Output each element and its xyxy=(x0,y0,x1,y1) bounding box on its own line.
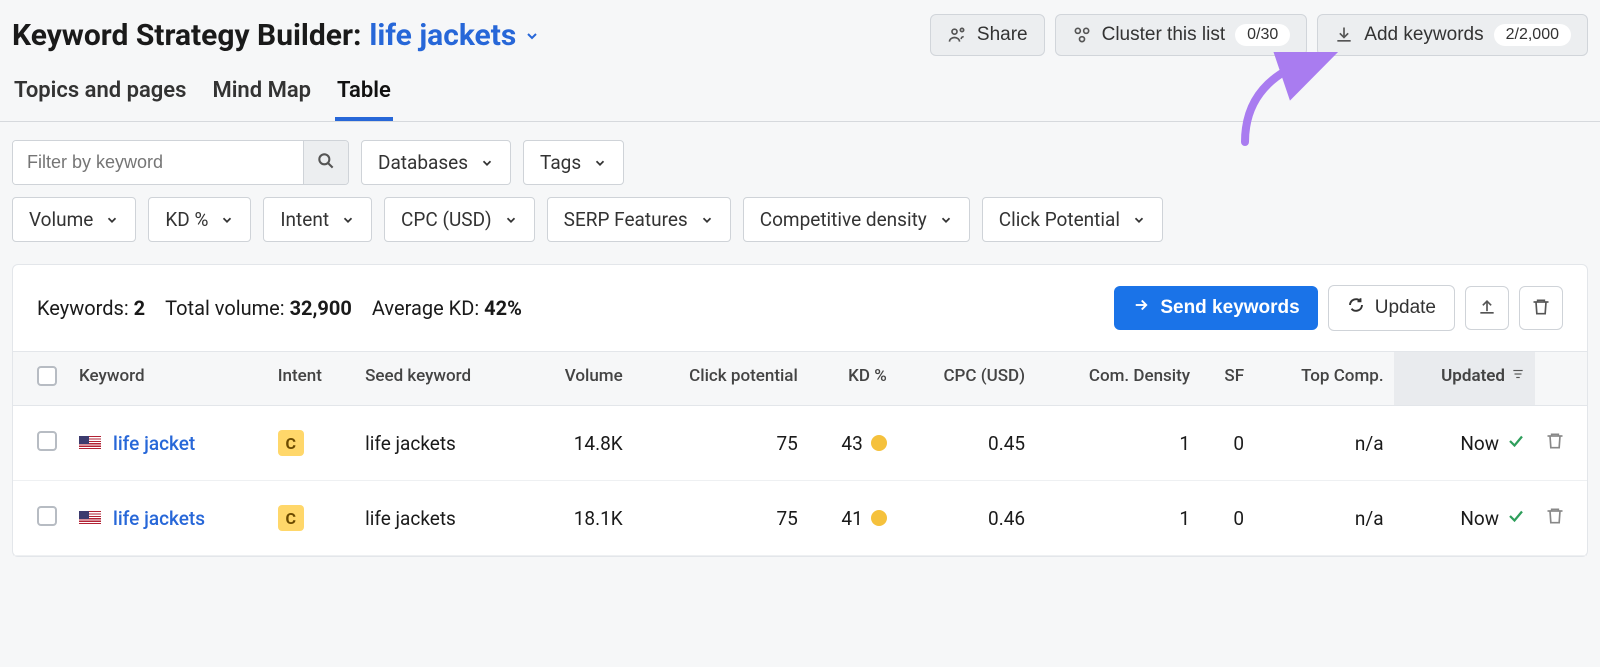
col-intent[interactable]: Intent xyxy=(268,352,355,406)
chevron-down-icon xyxy=(504,213,518,227)
chevron-down-icon xyxy=(105,213,119,227)
cpc-cell: 0.45 xyxy=(897,406,1035,481)
kd-filter[interactable]: KD % xyxy=(148,197,251,242)
volume-cell: 18.1K xyxy=(527,481,633,556)
col-keyword[interactable]: Keyword xyxy=(69,352,268,406)
volume-cell: 14.8K xyxy=(527,406,633,481)
col-updated[interactable]: Updated xyxy=(1394,352,1535,406)
chevron-down-icon xyxy=(341,213,355,227)
summary-stats: Keywords: 2 Total volume: 32,900 Average… xyxy=(37,296,522,320)
chevron-down-icon xyxy=(480,156,494,170)
cpc-cell: 0.46 xyxy=(897,481,1035,556)
tags-dropdown[interactable]: Tags xyxy=(523,140,624,185)
databases-dropdown[interactable]: Databases xyxy=(361,140,511,185)
delete-row-button[interactable] xyxy=(1545,433,1565,456)
flag-us-icon xyxy=(79,511,101,526)
keyword-link[interactable]: life jacket xyxy=(113,432,195,455)
kd-cell: 41 xyxy=(841,507,886,530)
cluster-icon xyxy=(1072,25,1092,45)
send-keywords-button[interactable]: Send keywords xyxy=(1114,286,1317,330)
send-arrow-icon xyxy=(1132,296,1150,320)
competitive-density-filter[interactable]: Competitive density xyxy=(743,197,970,242)
chevron-down-icon xyxy=(939,213,953,227)
top-comp-cell: n/a xyxy=(1254,406,1393,481)
row-checkbox[interactable] xyxy=(37,431,57,451)
chevron-down-icon xyxy=(700,213,714,227)
tab-topics-and-pages[interactable]: Topics and pages xyxy=(12,66,188,121)
seed-keyword-cell: life jackets xyxy=(355,481,527,556)
update-button[interactable]: Update xyxy=(1328,285,1455,331)
add-keywords-button[interactable]: Add keywords 2/2,000 xyxy=(1317,14,1588,56)
kd-difficulty-dot-icon xyxy=(871,510,887,526)
stat-keywords-count: 2 xyxy=(134,296,145,320)
tab-mind-map[interactable]: Mind Map xyxy=(210,66,313,121)
stat-total-volume: 32,900 xyxy=(290,296,352,320)
intent-filter[interactable]: Intent xyxy=(263,197,372,242)
search-icon xyxy=(316,151,336,174)
title-prefix: Keyword Strategy Builder: xyxy=(12,18,361,53)
cpc-filter[interactable]: CPC (USD) xyxy=(384,197,535,242)
flag-us-icon xyxy=(79,436,101,451)
top-comp-cell: n/a xyxy=(1254,481,1393,556)
check-icon xyxy=(1507,507,1525,530)
table-row: life jacket C life jackets 14.8K 75 43 0… xyxy=(13,406,1587,481)
filter-keyword-input[interactable] xyxy=(13,141,303,184)
keyword-link[interactable]: life jackets xyxy=(113,507,205,530)
cluster-list-button[interactable]: Cluster this list 0/30 xyxy=(1055,14,1308,56)
col-volume[interactable]: Volume xyxy=(527,352,633,406)
share-icon xyxy=(947,25,967,45)
check-icon xyxy=(1507,432,1525,455)
col-kd[interactable]: KD % xyxy=(808,352,897,406)
chevron-down-icon xyxy=(1132,213,1146,227)
volume-filter[interactable]: Volume xyxy=(12,197,136,242)
table-row: life jackets C life jackets 18.1K 75 41 … xyxy=(13,481,1587,556)
stat-avg-kd: 42% xyxy=(484,296,522,320)
sf-cell: 0 xyxy=(1200,481,1254,556)
download-icon xyxy=(1334,25,1354,45)
click-potential-filter[interactable]: Click Potential xyxy=(982,197,1163,242)
com-density-cell: 1 xyxy=(1035,481,1200,556)
intent-badge: C xyxy=(278,505,304,531)
col-top-comp[interactable]: Top Comp. xyxy=(1254,352,1393,406)
page-title: Keyword Strategy Builder: life jackets xyxy=(12,18,538,53)
intent-badge: C xyxy=(278,430,304,456)
kd-difficulty-dot-icon xyxy=(871,435,887,451)
kd-cell: 43 xyxy=(841,432,886,455)
title-keyword-dropdown[interactable]: life jackets xyxy=(369,18,538,53)
upload-icon xyxy=(1477,297,1497,320)
row-checkbox[interactable] xyxy=(37,506,57,526)
filter-search-button[interactable] xyxy=(303,141,348,184)
chevron-down-icon xyxy=(524,28,538,42)
keywords-table: Keyword Intent Seed keyword Volume Click… xyxy=(13,351,1587,556)
sf-cell: 0 xyxy=(1200,406,1254,481)
col-click-potential[interactable]: Click potential xyxy=(633,352,808,406)
seed-keyword-cell: life jackets xyxy=(355,406,527,481)
add-keywords-count-badge: 2/2,000 xyxy=(1494,24,1571,46)
col-seed-keyword[interactable]: Seed keyword xyxy=(355,352,527,406)
com-density-cell: 1 xyxy=(1035,406,1200,481)
delete-row-button[interactable] xyxy=(1545,508,1565,531)
updated-cell: Now xyxy=(1460,507,1525,530)
serp-features-filter[interactable]: SERP Features xyxy=(547,197,731,242)
share-button[interactable]: Share xyxy=(930,14,1045,56)
click-potential-cell: 75 xyxy=(633,481,808,556)
cluster-count-badge: 0/30 xyxy=(1235,24,1290,46)
trash-icon xyxy=(1531,297,1551,320)
click-potential-cell: 75 xyxy=(633,406,808,481)
col-com-density[interactable]: Com. Density xyxy=(1035,352,1200,406)
col-sf[interactable]: SF xyxy=(1200,352,1254,406)
sort-desc-icon xyxy=(1511,366,1525,386)
tab-table[interactable]: Table xyxy=(335,66,393,121)
updated-cell: Now xyxy=(1460,432,1525,455)
filter-search-wrap xyxy=(12,140,349,185)
export-button[interactable] xyxy=(1465,286,1509,330)
col-cpc[interactable]: CPC (USD) xyxy=(897,352,1035,406)
chevron-down-icon xyxy=(593,156,607,170)
delete-all-button[interactable] xyxy=(1519,286,1563,330)
refresh-icon xyxy=(1347,296,1365,320)
select-all-checkbox[interactable] xyxy=(37,366,57,386)
view-tabs: Topics and pages Mind Map Table xyxy=(0,66,1600,122)
chevron-down-icon xyxy=(220,213,234,227)
